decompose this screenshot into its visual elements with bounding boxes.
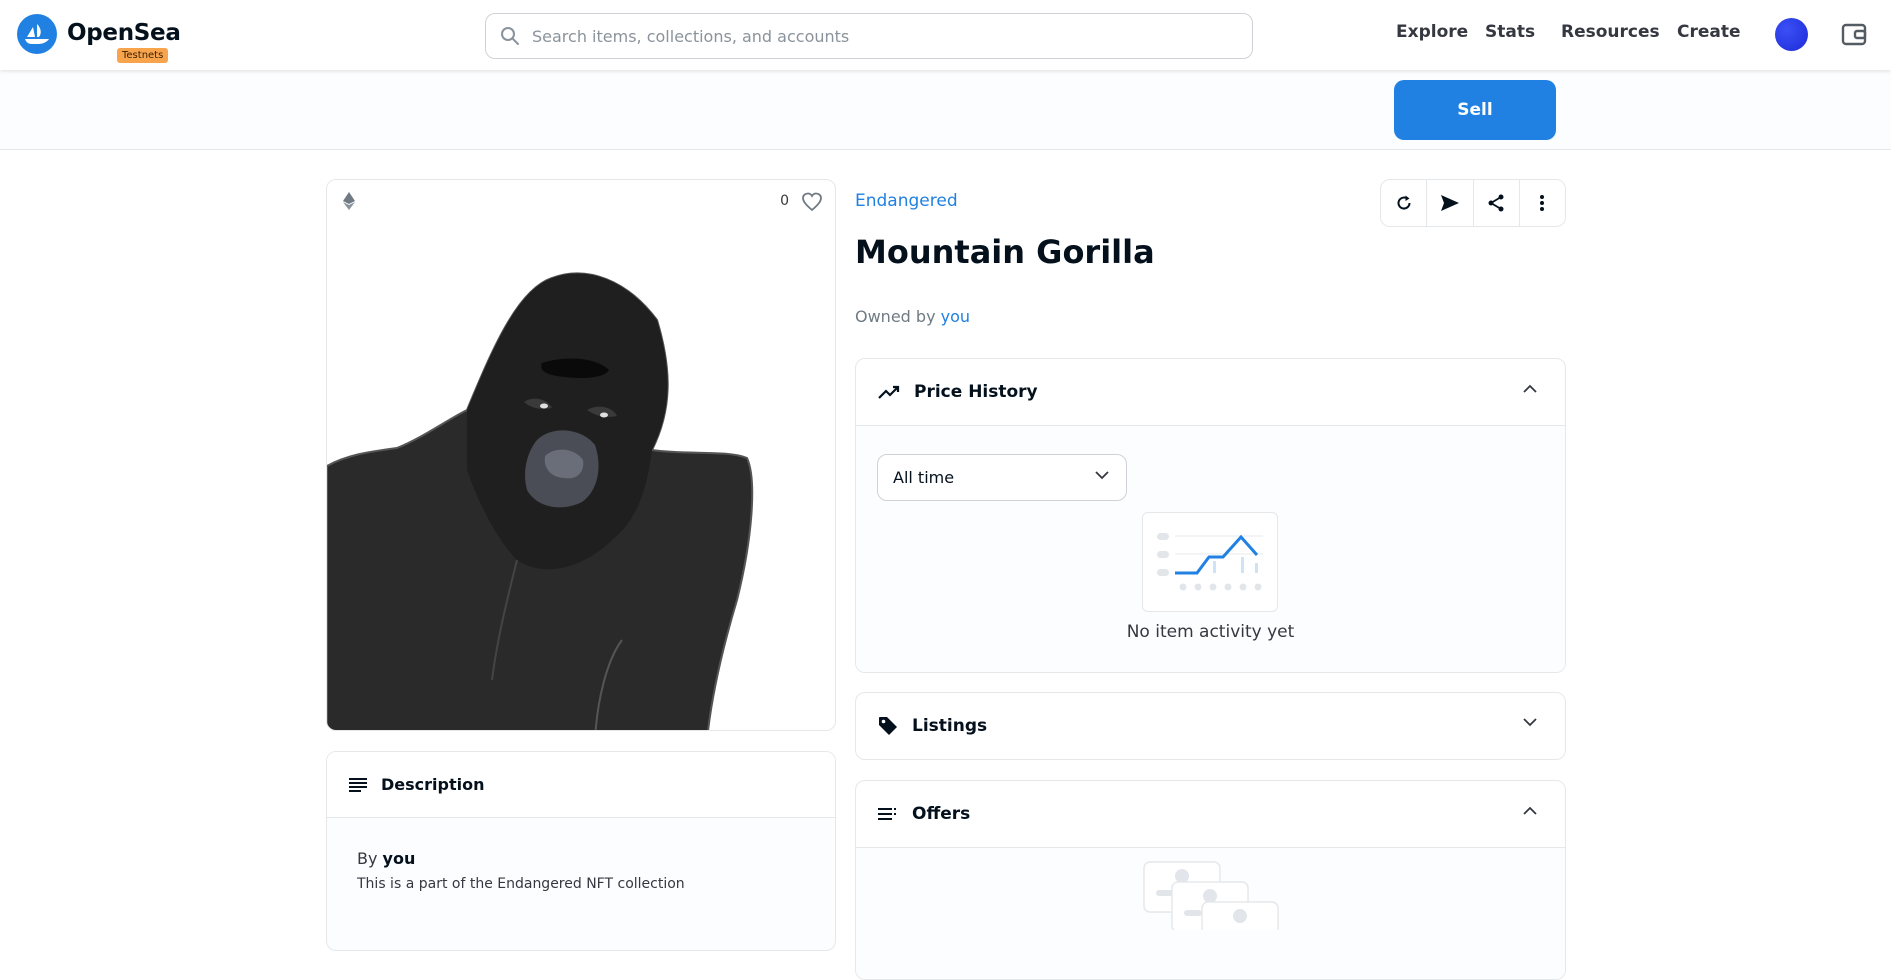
opensea-logo-icon[interactable] — [17, 14, 57, 54]
no-activity-text: No item activity yet — [1126, 622, 1295, 642]
more-vertical-icon — [1540, 195, 1545, 211]
top-navbar: OpenSea Testnets Explore Stats Resources… — [0, 0, 1891, 70]
item-image-card: 0 — [326, 179, 836, 731]
nav-explore[interactable]: Explore — [1396, 22, 1468, 42]
owned-by-prefix: Owned by — [855, 307, 936, 326]
wallet-icon[interactable] — [1840, 20, 1868, 48]
heart-icon[interactable] — [801, 192, 823, 212]
owner-link[interactable]: you — [941, 307, 970, 326]
description-panel: Description By you This is a part of the… — [326, 751, 836, 951]
search-input[interactable] — [532, 26, 1232, 46]
chevron-down-icon — [1095, 471, 1109, 480]
profile-avatar[interactable] — [1775, 18, 1808, 51]
chevron-up-icon[interactable] — [1523, 806, 1537, 815]
brand-name[interactable]: OpenSea — [67, 20, 181, 46]
share-icon — [1488, 194, 1504, 212]
offers-header[interactable]: Offers — [856, 781, 1565, 847]
offers-heading: Offers — [912, 804, 971, 824]
listings-panel: Listings — [855, 692, 1566, 760]
price-history-heading: Price History — [914, 382, 1038, 402]
search-bar[interactable] — [485, 13, 1253, 59]
send-icon — [1440, 195, 1459, 211]
more-options-button[interactable] — [1520, 180, 1565, 226]
by-prefix: By — [357, 849, 378, 868]
item-title: Mountain Gorilla — [855, 233, 1155, 271]
refresh-icon — [1397, 195, 1411, 210]
offers-panel: Offers — [855, 780, 1566, 980]
ethereum-icon — [343, 192, 355, 210]
listings-heading: Listings — [912, 716, 988, 736]
creator-name[interactable]: you — [383, 849, 416, 868]
owner-line: Owned by you — [855, 307, 970, 326]
search-icon — [501, 27, 519, 45]
price-history-panel: Price History All time No item activity … — [855, 358, 1566, 673]
nav-stats[interactable]: Stats — [1485, 22, 1535, 42]
description-lines-icon — [349, 777, 367, 792]
nav-create[interactable]: Create — [1677, 22, 1741, 42]
nav-resources[interactable]: Resources — [1561, 22, 1660, 42]
description-text: This is a part of the Endangered NFT col… — [357, 876, 685, 892]
favorite-count: 0 — [780, 193, 789, 209]
tag-icon — [879, 717, 897, 735]
time-range-value: All time — [893, 468, 955, 487]
item-toolbar — [1380, 179, 1566, 227]
refresh-button[interactable] — [1381, 180, 1428, 226]
listings-header[interactable]: Listings — [856, 693, 1565, 759]
chevron-down-icon[interactable] — [1523, 718, 1537, 727]
collection-link[interactable]: Endangered — [855, 191, 958, 211]
empty-offers-illustration — [1143, 861, 1279, 930]
item-action-bar: Sell — [0, 70, 1891, 150]
creator-line: By you — [357, 849, 415, 868]
trending-icon — [878, 385, 900, 399]
gorilla-artwork — [327, 272, 754, 730]
share-button[interactable] — [1474, 180, 1520, 226]
description-header[interactable]: Description — [327, 752, 835, 818]
offers-list-icon — [878, 808, 896, 820]
testnets-badge: Testnets — [117, 48, 169, 63]
transfer-button[interactable] — [1427, 180, 1474, 226]
empty-chart-illustration — [1142, 512, 1278, 612]
chevron-up-icon[interactable] — [1523, 384, 1537, 393]
description-heading: Description — [381, 775, 485, 794]
price-history-body: All time No item activity yet — [856, 425, 1565, 672]
time-range-select[interactable]: All time — [877, 454, 1127, 501]
price-history-header[interactable]: Price History — [856, 359, 1565, 425]
sell-button[interactable]: Sell — [1394, 80, 1556, 140]
offers-body — [856, 847, 1565, 979]
